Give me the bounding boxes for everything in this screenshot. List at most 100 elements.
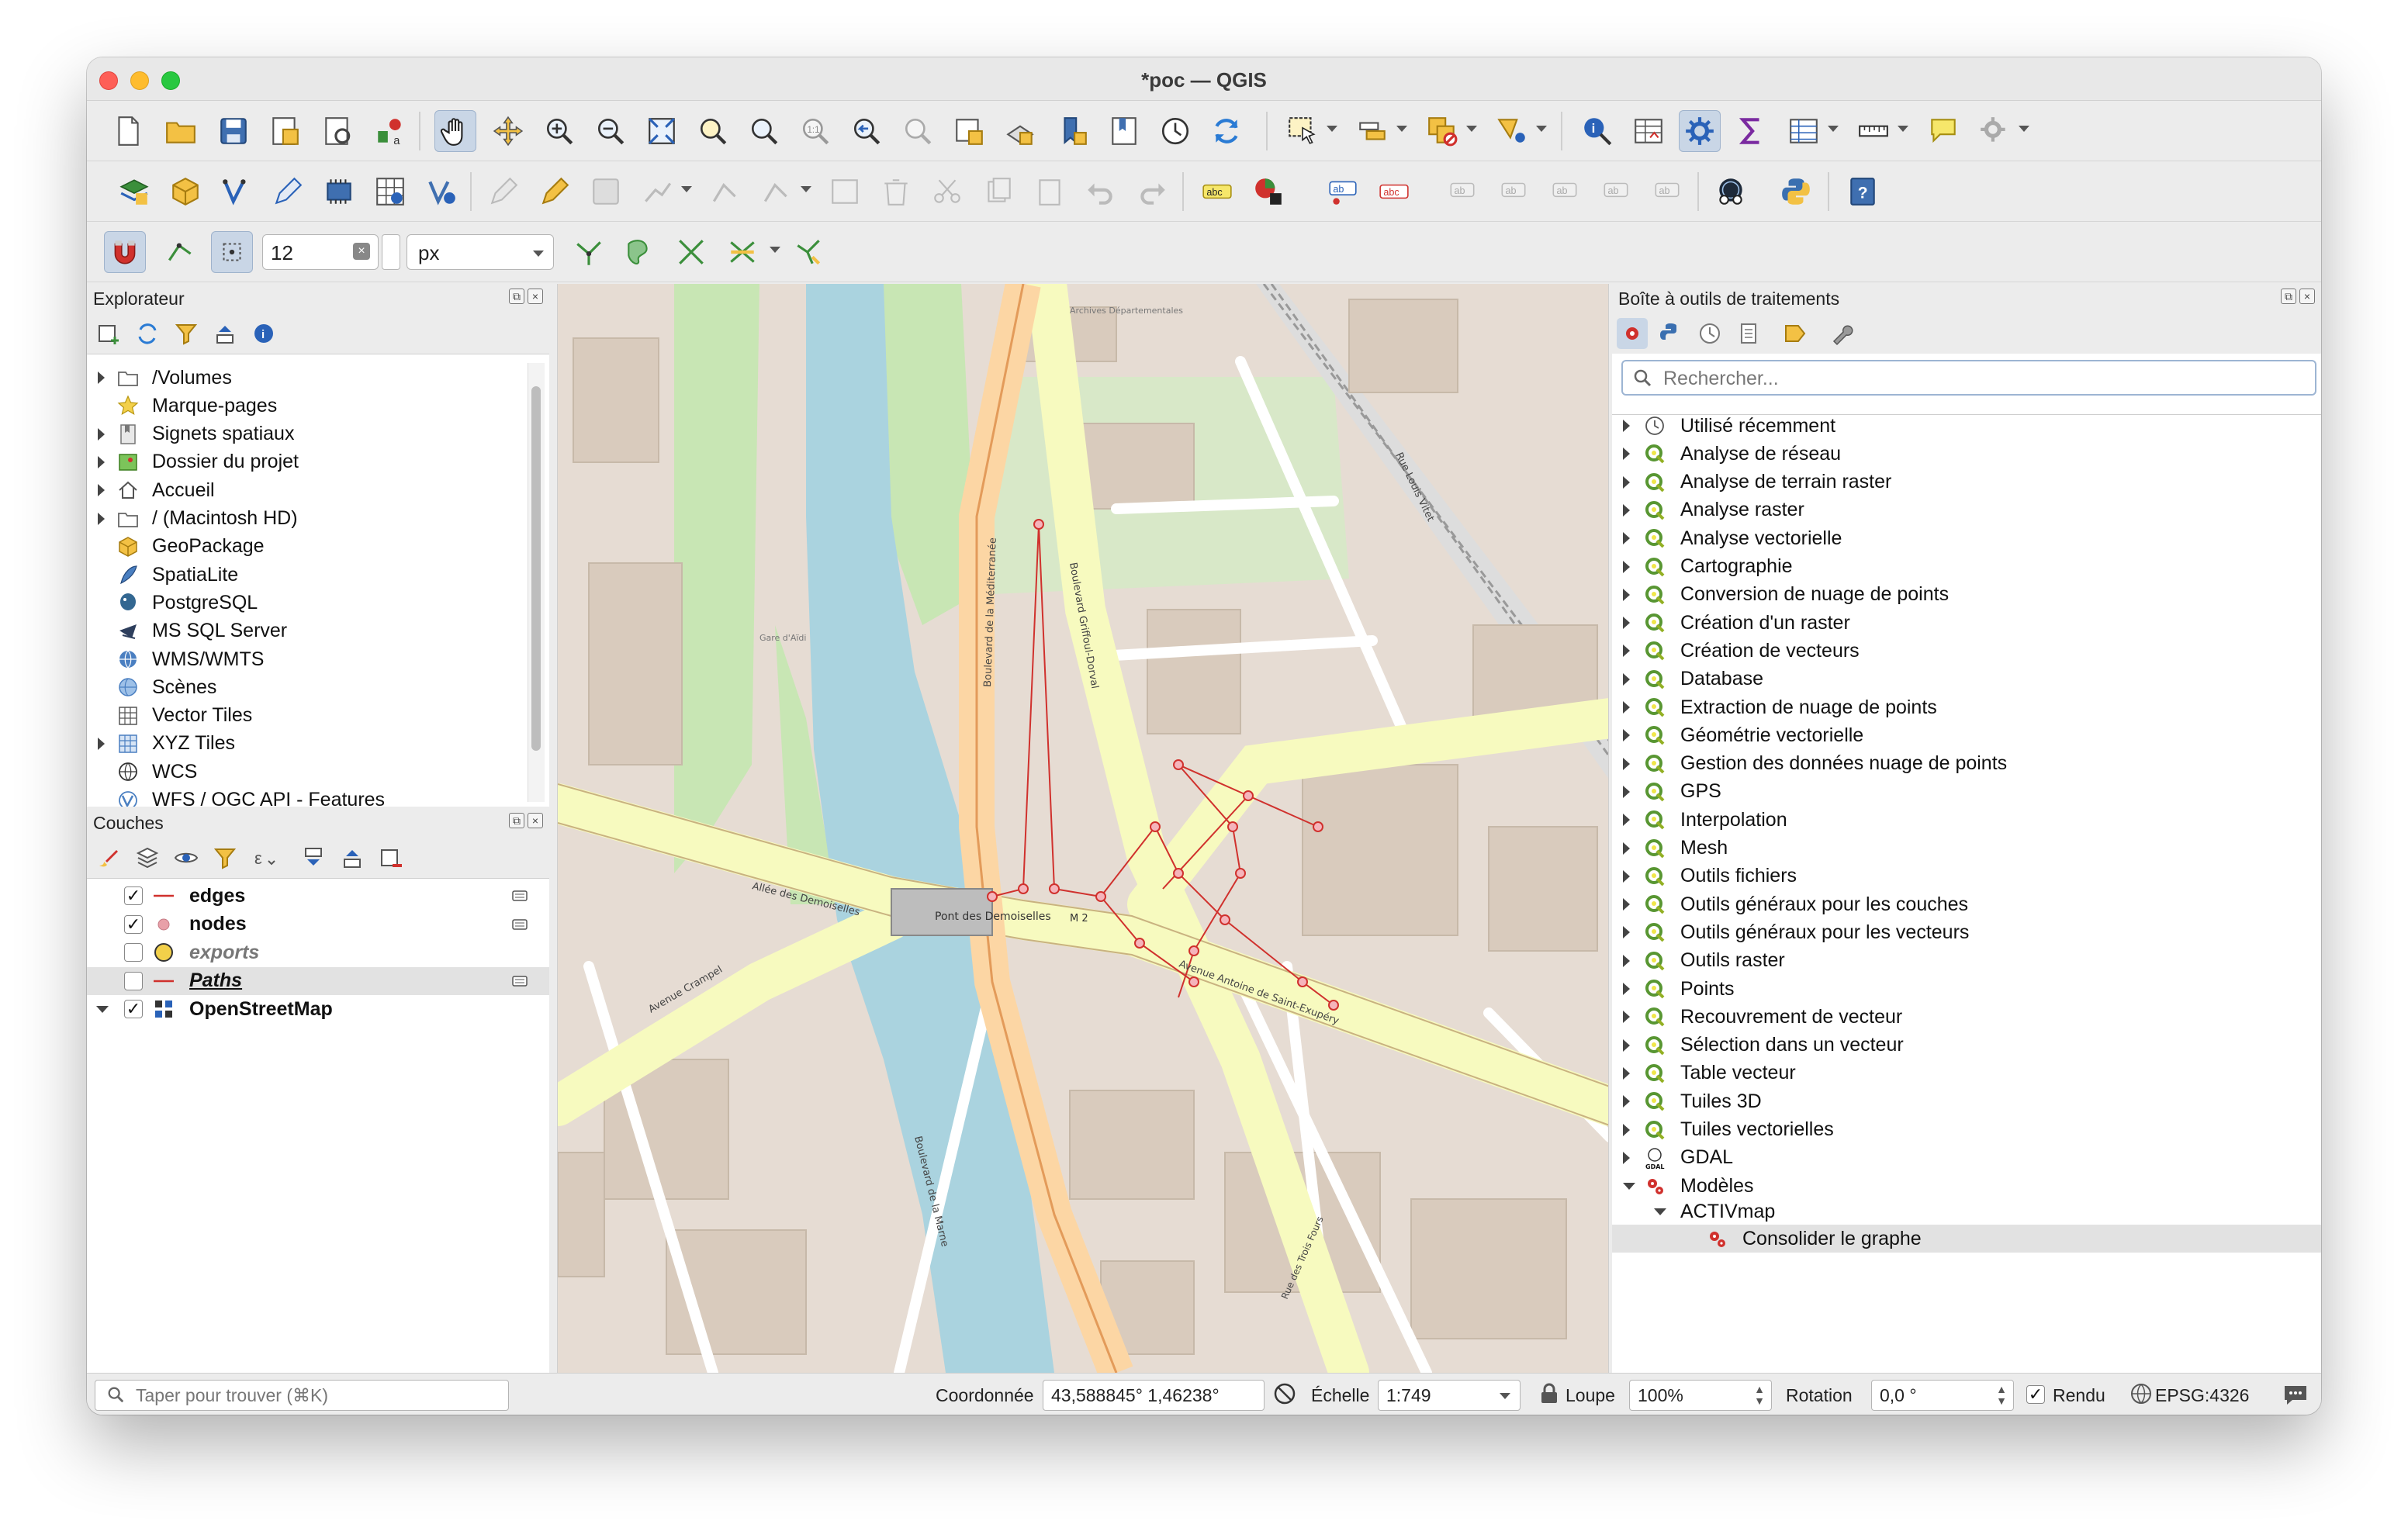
clear-icon[interactable]: ×	[353, 243, 370, 260]
toolbox-group[interactable]: Création d'un raster	[1612, 609, 2321, 637]
layer-styling-button[interactable]	[93, 842, 124, 873]
snapping-tolerance-input[interactable]: 12 ×	[262, 234, 379, 270]
crs-button[interactable]: EPSG:4326	[2155, 1385, 2249, 1406]
expand-arrow-icon[interactable]	[98, 427, 105, 441]
toolbox-group[interactable]: Sélection dans un vecteur	[1612, 1032, 2321, 1059]
modify-attributes-button[interactable]	[756, 171, 797, 213]
style-manager-button[interactable]: a	[369, 110, 411, 152]
collapse-arrow-icon[interactable]	[1654, 1208, 1666, 1216]
zoom-full-button[interactable]	[641, 110, 683, 152]
float-panel-button[interactable]: ⧉	[509, 813, 524, 828]
expand-arrow-icon[interactable]	[1623, 842, 1630, 855]
attribute-form-button[interactable]	[1783, 110, 1825, 152]
expand-arrow-icon[interactable]	[1623, 814, 1630, 827]
rotation-spinbox[interactable]: 0,0 ° ▲ ▼	[1871, 1380, 2014, 1411]
expand-arrow-icon[interactable]	[1623, 532, 1630, 545]
expand-arrow-icon[interactable]	[1623, 1151, 1630, 1164]
topological-editing-button[interactable]	[568, 231, 610, 273]
layer-item[interactable]: ✓ OpenStreetMap	[87, 995, 549, 1023]
zoom-last-button[interactable]	[846, 110, 887, 152]
toolbox-group[interactable]: Gestion des données nuage de points	[1612, 750, 2321, 778]
explorer-item[interactable]: XYZ Tiles	[87, 730, 549, 758]
explorer-item[interactable]: Accueil	[87, 476, 549, 504]
temporal-controller-button[interactable]	[1154, 110, 1196, 152]
layer-editing-indicator-icon[interactable]	[510, 972, 529, 990]
new-map-view-button[interactable]	[948, 110, 990, 152]
snapping-unit-select[interactable]: px	[407, 234, 554, 270]
add-selected-layers-button[interactable]	[93, 318, 124, 349]
collapse-all-layers-button[interactable]	[337, 842, 368, 873]
statistics-button[interactable]	[1730, 110, 1772, 152]
toolbox-group[interactable]: GDAL GDAL	[1612, 1144, 2321, 1172]
toolbox-group[interactable]: Conversion de nuage de points	[1612, 581, 2321, 609]
add-group-button[interactable]	[132, 842, 163, 873]
highlight-pinned-labels-button[interactable]: ab	[1322, 171, 1364, 213]
toggle-editing-button[interactable]	[534, 171, 576, 213]
expand-arrow-icon[interactable]	[1623, 475, 1630, 489]
rotate-label-button[interactable]: ab	[1595, 171, 1637, 213]
expand-arrow-icon[interactable]	[1623, 785, 1630, 798]
processing-toolbox-button[interactable]	[1679, 110, 1721, 152]
add-wms-button[interactable]	[369, 171, 411, 213]
layer-visibility-checkbox[interactable]: ✓	[124, 914, 143, 934]
toolbox-group[interactable]: Extraction de nuage de points	[1612, 693, 2321, 721]
deselect-all-button[interactable]	[1421, 110, 1463, 152]
expand-arrow-icon[interactable]	[98, 372, 105, 384]
layer-item[interactable]: exports	[87, 938, 549, 966]
add-vector-layer-button[interactable]	[164, 171, 206, 213]
explorer-item[interactable]: Signets spatiaux	[87, 420, 549, 448]
zoom-native-button[interactable]: 1:1	[794, 110, 836, 152]
expand-arrow-icon[interactable]	[98, 737, 105, 750]
layer-visibility-checkbox[interactable]: ✓	[124, 1000, 143, 1018]
model-group-activmap[interactable]: ACTIVmap	[1612, 1198, 2321, 1225]
measure-button[interactable]	[1853, 110, 1894, 152]
change-label-button[interactable]: ab	[1646, 171, 1688, 213]
layer-item[interactable]: ✓ edges	[87, 882, 549, 910]
collapse-arrow-icon[interactable]	[96, 1006, 109, 1013]
close-panel-button[interactable]: ×	[2299, 289, 2315, 304]
explorer-item[interactable]: /Volumes	[87, 364, 549, 392]
snapping-layers-button[interactable]	[160, 231, 202, 273]
zoom-to-layer-button[interactable]	[743, 110, 785, 152]
expand-arrow-icon[interactable]	[1623, 898, 1630, 911]
open-attribute-table-button[interactable]	[1628, 110, 1669, 152]
add-raster-layer-button[interactable]	[113, 171, 155, 213]
zoom-out-button[interactable]	[590, 110, 631, 152]
expand-arrow-icon[interactable]	[98, 484, 105, 497]
layer-visibility-checkbox[interactable]	[124, 943, 143, 962]
explorer-item[interactable]: GeoPackage	[87, 533, 549, 561]
trace-button[interactable]	[788, 231, 830, 273]
explorer-item[interactable]: Vector Tiles	[87, 702, 549, 730]
refresh-explorer-button[interactable]	[132, 318, 163, 349]
new-print-layout-button[interactable]	[264, 110, 306, 152]
scale-select[interactable]: 1:749	[1378, 1380, 1521, 1411]
toolbox-group[interactable]: Analyse vectorielle	[1612, 524, 2321, 552]
layer-item[interactable]: ✓ nodes	[87, 911, 549, 938]
scripts-button[interactable]	[1656, 318, 1687, 349]
pin-labels-button[interactable]: ab	[1441, 171, 1483, 213]
expand-arrow-icon[interactable]	[1623, 757, 1630, 770]
magnifier-spinbox[interactable]: 100% ▲ ▼	[1629, 1380, 1772, 1411]
layer-visibility-checkbox[interactable]	[124, 971, 143, 990]
messages-icon[interactable]	[2282, 1381, 2309, 1412]
select-features-button[interactable]	[1282, 110, 1323, 152]
expand-arrow-icon[interactable]	[1623, 560, 1630, 573]
float-panel-button[interactable]: ⧉	[509, 289, 524, 304]
show-hide-labels-button[interactable]: abc	[1373, 171, 1415, 213]
layer-diagram-button[interactable]	[1247, 171, 1289, 213]
python-console-button[interactable]	[1775, 171, 1817, 213]
filter-expression-button[interactable]: ε	[248, 842, 279, 873]
expand-arrow-icon[interactable]	[1623, 954, 1630, 967]
properties-button[interactable]: i	[248, 318, 279, 349]
toolbox-group[interactable]: Recouvrement de vecteur	[1612, 1003, 2321, 1031]
expand-arrow-icon[interactable]	[1623, 503, 1630, 517]
toolbox-group[interactable]: Tuiles 3D	[1612, 1087, 2321, 1115]
layer-editing-indicator-icon[interactable]	[510, 886, 529, 905]
decorations-button[interactable]	[1974, 110, 2015, 152]
pan-map-button[interactable]	[434, 110, 476, 152]
edit-table-button[interactable]	[824, 171, 866, 213]
expand-arrow-icon[interactable]	[1623, 983, 1630, 995]
expand-arrow-icon[interactable]	[1623, 701, 1630, 714]
zoom-to-selection-button[interactable]	[692, 110, 734, 152]
expand-arrow-icon[interactable]	[1623, 1011, 1630, 1024]
